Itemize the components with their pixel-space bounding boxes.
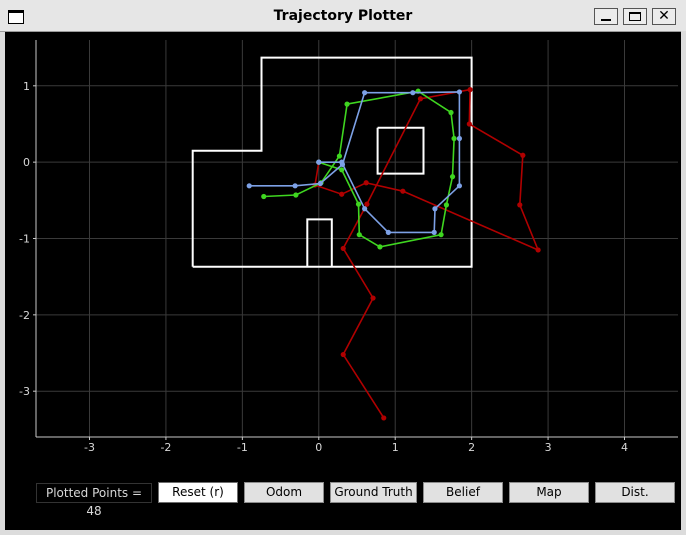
odom-point — [520, 152, 526, 158]
odom-point — [400, 188, 406, 194]
window-right-border — [681, 31, 686, 535]
ground_truth-point — [438, 232, 444, 238]
belief-point — [339, 159, 345, 165]
odom-point — [381, 415, 387, 421]
ground-truth-button[interactable]: Ground Truth — [330, 482, 417, 503]
belief-point — [456, 183, 463, 189]
belief-point — [432, 206, 438, 212]
map-wall — [306, 218, 333, 267]
odom-trajectory-line — [314, 88, 540, 419]
window-bottom-border — [0, 530, 686, 535]
x-tick-label: 2 — [468, 441, 475, 454]
odom-point — [535, 247, 541, 253]
odom-point — [340, 351, 346, 358]
belief-point — [456, 135, 463, 142]
ground_truth-point — [377, 244, 383, 250]
ground_truth-point — [293, 192, 299, 198]
trajectory-plot[interactable]: -3 -2 -1 0 1 2 3 4 1 0 -1 -2 -3 — [0, 31, 681, 530]
x-tick-label: 1 — [392, 441, 399, 454]
belief-point — [292, 183, 298, 189]
ground_truth-trajectory-line — [263, 90, 455, 248]
odom-point — [339, 191, 345, 197]
belief-point — [456, 89, 463, 95]
x-tick-label: -3 — [84, 441, 95, 454]
ground_truth-point — [448, 109, 454, 116]
x-tick-label: -2 — [160, 441, 171, 454]
odom-point — [517, 202, 523, 208]
minimize-icon — [601, 19, 611, 21]
belief-point — [385, 229, 391, 235]
odom-point — [364, 201, 370, 207]
odom-point — [417, 96, 424, 102]
belief-button[interactable]: Belief — [423, 482, 503, 503]
odom-button[interactable]: Odom — [244, 482, 324, 503]
ground_truth-point — [449, 174, 456, 180]
belief-point — [410, 90, 416, 96]
x-tick-label: -1 — [237, 441, 248, 454]
belief-point — [317, 180, 323, 187]
maximize-button[interactable] — [623, 8, 647, 25]
ground_truth-point — [355, 201, 362, 207]
odom-point — [340, 245, 346, 252]
window-title: Trajectory Plotter — [273, 8, 413, 24]
ground_truth-point — [336, 153, 343, 159]
odom-point — [466, 121, 472, 127]
close-icon: ✕ — [658, 8, 670, 24]
ground_truth-point — [443, 202, 450, 208]
ground_truth-point — [339, 167, 345, 173]
belief-point — [362, 206, 368, 212]
minimize-button[interactable] — [594, 8, 618, 25]
x-tick-label: 4 — [621, 441, 628, 454]
plotted-points-counter: Plotted Points = 48 — [36, 483, 152, 518]
map-wall — [376, 126, 425, 175]
close-button[interactable]: ✕ — [652, 8, 676, 25]
maximize-icon — [629, 12, 641, 21]
odom-point — [370, 295, 376, 301]
y-tick-label: -3 — [19, 385, 30, 398]
ground_truth-point — [261, 193, 267, 200]
title-bar[interactable]: Trajectory Plotter ✕ — [0, 0, 686, 32]
map-button[interactable]: Map — [509, 482, 589, 503]
ground_truth-point — [451, 135, 457, 142]
belief-point — [246, 183, 252, 189]
odom-point — [363, 180, 369, 186]
ground_truth-point — [344, 101, 350, 107]
app-window: -3 -2 -1 0 1 2 3 4 1 0 -1 -2 -3 Trajectory Plotter ✕… — [0, 0, 686, 535]
odom-point — [467, 87, 473, 93]
ground_truth-point — [356, 232, 362, 238]
dist-button[interactable]: Dist. — [595, 482, 675, 503]
x-tick-label: 3 — [545, 441, 552, 454]
y-tick-label: -2 — [19, 309, 30, 322]
y-tick-label: 1 — [23, 80, 30, 93]
x-tick-label: 0 — [315, 441, 322, 454]
series-layer — [246, 87, 541, 421]
y-tick-label: -1 — [19, 233, 30, 246]
belief-point — [316, 159, 322, 165]
belief-point — [431, 229, 437, 235]
y-tick-label: 0 — [23, 156, 30, 169]
belief-point — [362, 90, 368, 96]
reset-button[interactable]: Reset (r) — [158, 482, 238, 503]
